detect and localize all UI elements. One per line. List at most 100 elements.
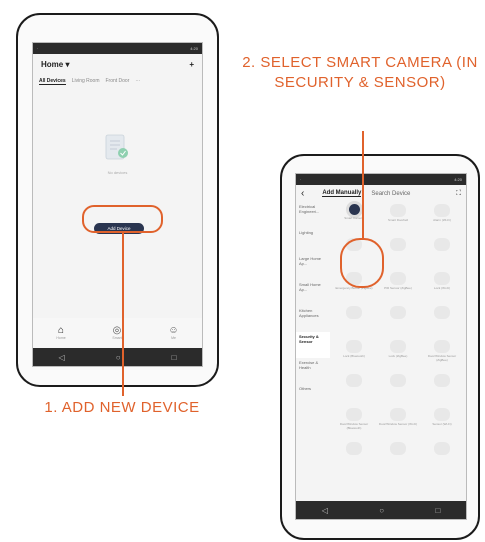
bottom-tab-smart[interactable]: ◎ Smart	[112, 325, 122, 341]
device-item[interactable]: Door/Window Sensor (ZigBee)	[422, 340, 462, 370]
smart-camera-highlight	[340, 238, 384, 288]
home-selector[interactable]: Home ▾	[41, 60, 69, 69]
category-item-security-sensor[interactable]: Security & Sensor	[296, 332, 330, 358]
tab-living-room[interactable]: Living Room	[72, 78, 100, 84]
scan-icon[interactable]: ⛶	[456, 190, 461, 198]
add-device-header: ‹ Add Manually Search Device ⛶	[296, 185, 466, 202]
device-icon	[390, 374, 406, 387]
recents-nav-icon[interactable]: □	[435, 506, 440, 515]
tab-add-manually[interactable]: Add Manually	[322, 190, 362, 197]
home-header: Home ▾ +	[33, 54, 202, 74]
device-item[interactable]	[378, 374, 418, 404]
device-icon	[348, 204, 360, 215]
device-item[interactable]: Smart Doorbell	[378, 204, 418, 234]
category-item[interactable]: Lighting	[296, 228, 330, 254]
device-label: Door/Window Sensor (ZigBee)	[427, 354, 457, 362]
tabs-more-icon[interactable]: ···	[135, 78, 140, 84]
device-item[interactable]	[334, 374, 374, 404]
device-item[interactable]: Alarm (Wi-Fi)	[422, 204, 462, 234]
device-icon	[434, 442, 450, 455]
device-label: Lock (ZigBee)	[388, 354, 408, 358]
tab-search-device[interactable]: Search Device	[371, 191, 410, 197]
device-item[interactable]	[422, 374, 462, 404]
device-icon	[390, 204, 406, 217]
device-icon	[346, 374, 362, 387]
home-icon: ⌂	[57, 325, 65, 336]
recents-nav-icon[interactable]: □	[172, 353, 177, 362]
device-icon	[390, 306, 406, 319]
category-item[interactable]: Kitchen Appliances	[296, 306, 330, 332]
carrier-label: ·	[300, 177, 302, 182]
bottom-tab-me[interactable]: ☺ Me	[168, 325, 179, 341]
bottom-tab-label: Smart	[112, 336, 122, 340]
category-item[interactable]: Small Home Ap...	[296, 280, 330, 306]
back-nav-icon[interactable]: ◁	[59, 353, 65, 362]
device-item-smart-camera[interactable]: Smart Camera	[334, 204, 374, 234]
status-time: 4:20	[190, 46, 198, 51]
device-item[interactable]: Door/Window Sensor (Wi-Fi)	[378, 408, 418, 438]
category-item[interactable]: Large Home Ap...	[296, 254, 330, 280]
phone-add-manually-screen: · 4:20 ‹ Add Manually Search Device ⛶ El…	[280, 154, 480, 540]
device-icon	[346, 442, 362, 455]
device-item[interactable]: Lock (ZigBee)	[378, 340, 418, 370]
category-item[interactable]: Others	[296, 384, 330, 410]
device-icon	[390, 442, 406, 455]
profile-icon: ☺	[168, 325, 179, 336]
device-label: Door/Window Sensor (Bluetooth)	[339, 422, 369, 430]
device-icon	[390, 238, 406, 251]
room-tabs: All Devices Living Room Front Door ···	[33, 74, 202, 88]
device-icon	[390, 408, 406, 421]
device-item[interactable]	[334, 306, 374, 336]
device-item[interactable]	[422, 238, 462, 268]
add-icon[interactable]: +	[189, 60, 194, 69]
step2-label: 2. SELECT SMART CAMERA (IN SECURITY & SE…	[242, 54, 478, 91]
device-icon	[346, 408, 362, 421]
bottom-tab-home[interactable]: ⌂ Home	[56, 325, 66, 341]
device-item[interactable]	[378, 238, 418, 268]
back-arrow-icon[interactable]: ‹	[301, 188, 304, 199]
tab-all-devices[interactable]: All Devices	[39, 78, 66, 85]
device-icon	[434, 408, 450, 421]
home-nav-icon[interactable]: ○	[116, 353, 121, 362]
device-label: Alarm (Wi-Fi)	[433, 218, 451, 222]
device-item[interactable]	[378, 442, 418, 472]
step1-label: 1. ADD NEW DEVICE	[44, 399, 200, 416]
device-label: Smart Doorbell	[387, 218, 408, 222]
device-label: Lock (Wi-Fi)	[433, 286, 451, 290]
add-device-highlight	[82, 205, 163, 233]
category-item[interactable]: Exercise & Health	[296, 358, 330, 384]
device-item[interactable]	[422, 306, 462, 336]
device-label: Sensor (Wi-Fi)	[432, 422, 452, 426]
device-item[interactable]	[378, 306, 418, 336]
empty-state-illustration	[105, 134, 128, 160]
bottom-tab-label: Home	[56, 336, 66, 340]
device-icon	[434, 272, 450, 285]
device-item[interactable]	[422, 442, 462, 472]
device-label: PIR Sensor (ZigBee)	[384, 286, 412, 290]
android-nav-bar: ◁ ○ □	[296, 501, 466, 519]
device-icon	[434, 306, 450, 319]
callout-line-step1	[122, 231, 124, 396]
smart-icon: ◎	[112, 325, 122, 336]
device-icon	[434, 238, 450, 251]
device-item[interactable]	[334, 442, 374, 472]
device-item[interactable]: Lock (Wi-Fi)	[422, 272, 462, 302]
device-item[interactable]: Door/Window Sensor (Bluetooth)	[334, 408, 374, 438]
callout-line-step2	[362, 131, 364, 238]
device-icon	[346, 340, 362, 353]
device-item[interactable]: PIR Sensor (ZigBee)	[378, 272, 418, 302]
back-nav-icon[interactable]: ◁	[322, 506, 328, 515]
device-item[interactable]: Sensor (Wi-Fi)	[422, 408, 462, 438]
device-icon	[390, 340, 406, 353]
bottom-tab-label: Me	[171, 336, 176, 340]
phone-screen: · 4:20 ‹ Add Manually Search Device ⛶ El…	[295, 173, 467, 520]
device-item[interactable]: Lock (Bluetooth)	[334, 340, 374, 370]
android-nav-bar: ◁ ○ □	[33, 348, 202, 366]
phone-home-screen: · 4:20 Home ▾ + All Devices Living Room …	[16, 13, 219, 387]
home-nav-icon[interactable]: ○	[379, 506, 384, 515]
category-item[interactable]: Electrical Engineeri...	[296, 202, 330, 228]
device-label: Lock (Bluetooth)	[343, 354, 365, 358]
tab-front-door[interactable]: Front Door	[105, 78, 129, 84]
device-icon	[434, 340, 450, 353]
device-label: Smart Camera	[344, 216, 364, 220]
